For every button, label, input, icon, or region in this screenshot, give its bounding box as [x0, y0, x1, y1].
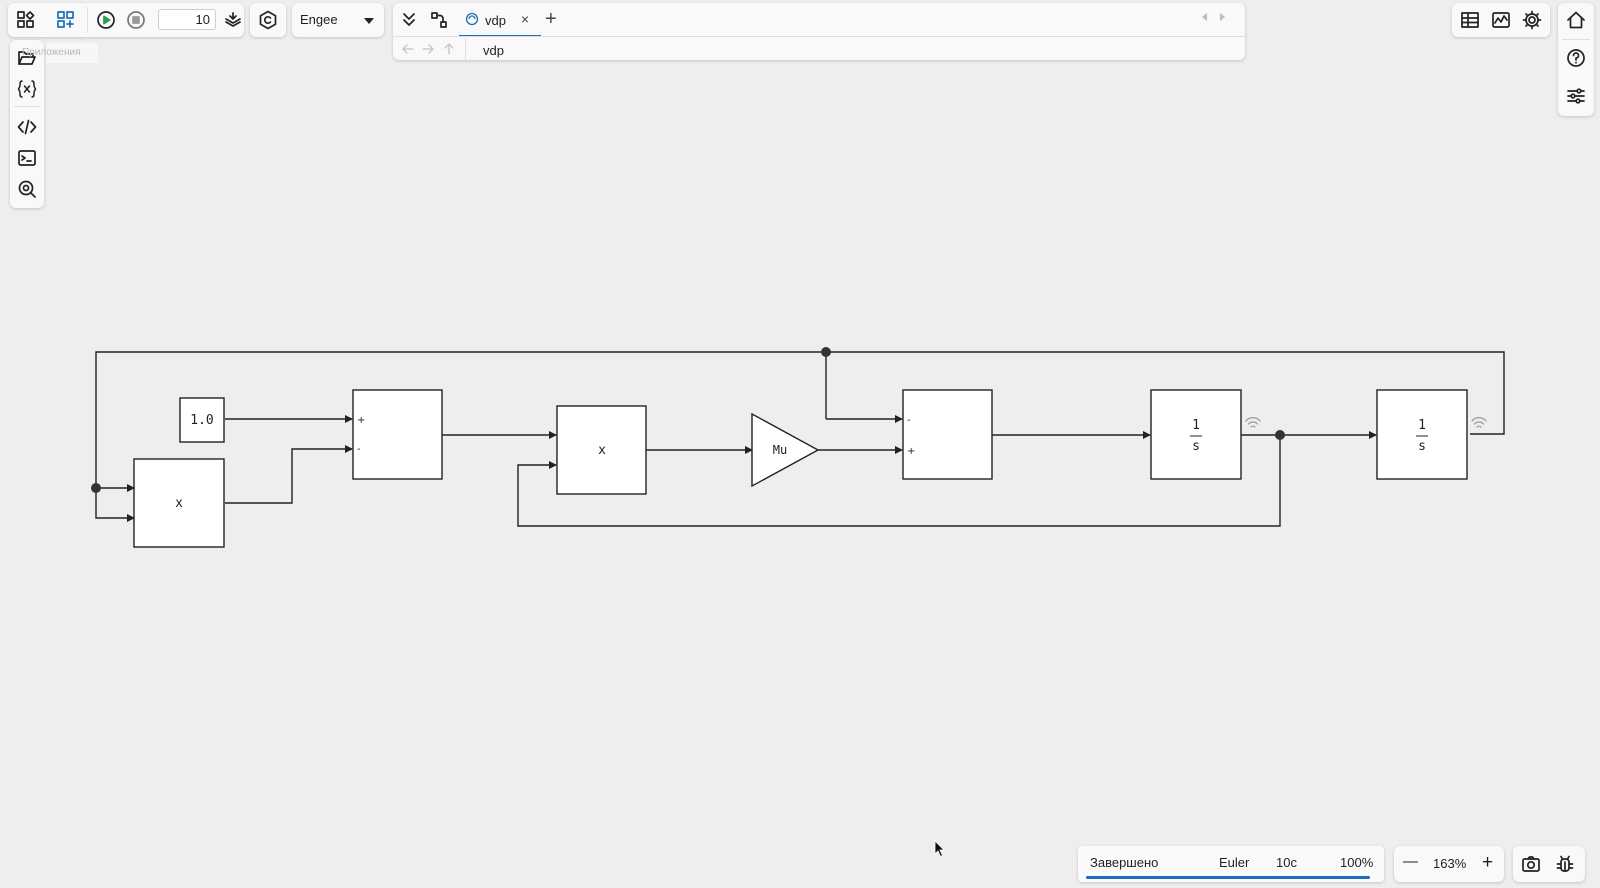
nav-arrows	[401, 41, 461, 57]
graphs-icon[interactable]	[1487, 6, 1515, 34]
status-progress: 100%	[1340, 855, 1374, 870]
tabs-panel: vdp × + vdp	[393, 3, 1245, 60]
constant-value-label: 1.0	[190, 413, 213, 428]
zoom-controls: — 163% +	[1394, 846, 1504, 882]
feedback-line-top	[95, 351, 1505, 488]
signal-line-product1-to-sum1	[225, 445, 353, 504]
model-canvas[interactable]: 1.0 x x Mu 1 s 1 s + - - +	[0, 0, 1600, 888]
signal-line-product1-in2	[95, 488, 135, 522]
collapse-toolbar-icon[interactable]	[395, 6, 423, 34]
product-label-2: x	[598, 443, 606, 458]
chevron-down-icon	[364, 18, 374, 24]
code-editor-icon[interactable]	[13, 113, 41, 141]
home-icon[interactable]	[1562, 6, 1590, 34]
run-icon[interactable]	[92, 6, 120, 34]
back-icon	[402, 44, 414, 54]
debug-icon[interactable]	[1551, 850, 1579, 878]
scroll-right-icon[interactable]	[1220, 13, 1225, 21]
junction-dot	[91, 483, 101, 493]
variables-icon[interactable]	[13, 75, 41, 103]
tab-label: vdp	[485, 12, 506, 28]
product-label-1: x	[175, 496, 183, 511]
close-icon[interactable]: ×	[521, 11, 529, 27]
signal-log-icon	[1245, 417, 1261, 428]
divider	[393, 36, 1245, 37]
right-toolbar	[1452, 3, 1550, 37]
code-gen-panel	[250, 3, 286, 37]
integrator2-num: 1	[1418, 418, 1426, 433]
status-sim-time: 10с	[1276, 855, 1297, 870]
help-icon[interactable]	[1562, 44, 1590, 72]
scroll-left-icon[interactable]	[1202, 13, 1207, 21]
junction-dot	[821, 347, 831, 357]
blocks-library-icon[interactable]	[12, 6, 40, 34]
integrator-block-2	[1376, 389, 1468, 480]
sum1-sign-minus: -	[357, 444, 361, 455]
left-sidebar	[10, 40, 44, 208]
status-solver: Euler	[1219, 855, 1250, 870]
zoom-out-button[interactable]: —	[1403, 853, 1418, 870]
zoom-level: 163%	[1433, 856, 1467, 871]
terminal-icon[interactable]	[13, 144, 41, 172]
integrator-block-1	[1150, 389, 1242, 480]
sum-block-1	[352, 389, 443, 480]
status-state: Завершено	[1090, 855, 1159, 870]
camera-icon[interactable]	[1517, 850, 1545, 878]
simulation-status-bar: Завершено Euler 10с 100%	[1078, 846, 1384, 882]
gear-icon[interactable]	[1518, 6, 1546, 34]
new-model-icon[interactable]	[52, 6, 80, 34]
search-icon[interactable]	[13, 175, 41, 203]
add-tab-button[interactable]: +	[545, 9, 557, 29]
sum2-sign-plus: +	[907, 446, 915, 457]
integrator1-num: 1	[1192, 418, 1200, 433]
sum-block-2	[902, 389, 993, 480]
tab-vdp[interactable]: vdp ×	[459, 5, 541, 37]
solver-select-value: Engee	[300, 12, 338, 27]
up-icon	[444, 43, 454, 55]
tooltip-apps: Приложения	[22, 43, 98, 63]
code-generation-icon[interactable]	[254, 6, 282, 34]
right-sidebar	[1558, 3, 1594, 116]
view-tools	[1513, 846, 1585, 882]
sum1-sign-plus: +	[357, 415, 365, 426]
forward-icon	[422, 44, 434, 54]
integrator2-den: s	[1418, 439, 1426, 454]
sliders-icon[interactable]	[1562, 82, 1590, 110]
sum2-sign-minus: -	[907, 415, 911, 426]
model-hierarchy-icon[interactable]	[425, 6, 453, 34]
table-icon[interactable]	[1456, 6, 1484, 34]
gain-label: Mu	[773, 443, 787, 457]
junction-dot	[1275, 430, 1285, 440]
divider	[465, 38, 466, 60]
breadcrumb[interactable]: vdp	[483, 43, 504, 58]
mouse-cursor-icon	[934, 840, 945, 858]
integrator1-den: s	[1192, 439, 1200, 454]
stop-time-input[interactable]: 10	[158, 9, 216, 30]
signal-log-icon	[1471, 417, 1487, 428]
stop-icon[interactable]	[122, 6, 150, 34]
sim-settings-icon[interactable]	[219, 6, 247, 34]
solver-select[interactable]: Engee	[292, 3, 384, 37]
zoom-in-button[interactable]: +	[1482, 852, 1493, 874]
main-toolbar: 10	[8, 3, 244, 37]
model-icon	[465, 12, 479, 26]
progress-bar	[1086, 876, 1370, 879]
